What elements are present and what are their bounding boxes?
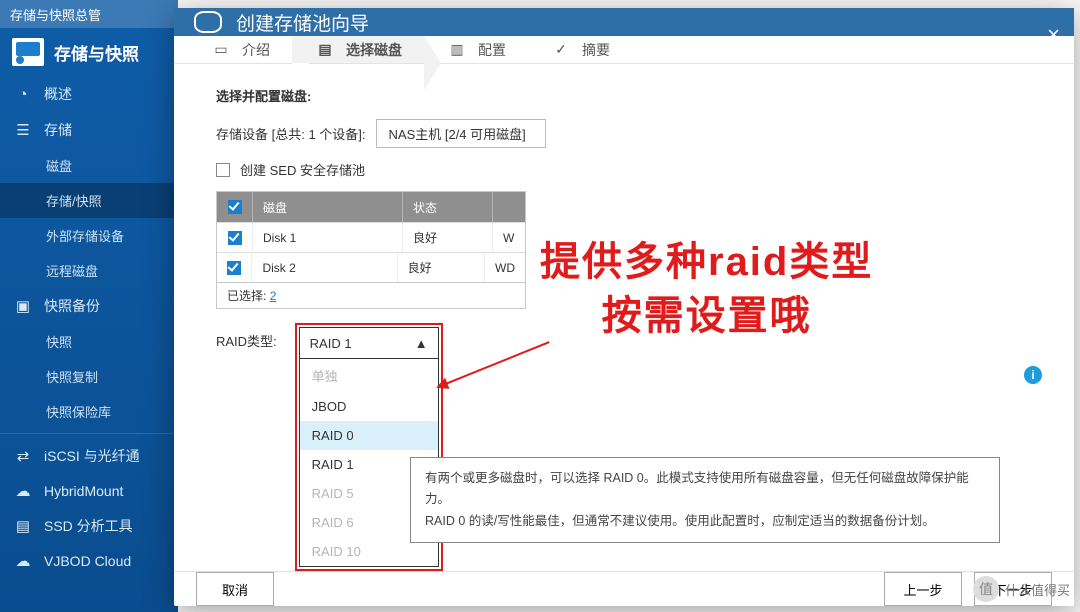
- sidebar-item-iscsi[interactable]: ⇄ iSCSI 与光纤通: [0, 438, 178, 474]
- cancel-button[interactable]: 取消: [196, 572, 274, 606]
- sidebar-label: 概述: [44, 84, 72, 104]
- sed-checkbox[interactable]: [216, 163, 230, 177]
- device-label: 存储设备 [总共: 1 个设备]:: [216, 124, 366, 143]
- table-header: 磁盘 状态: [217, 192, 525, 222]
- camera-icon: ▣: [14, 297, 32, 315]
- check-circle-icon: ✓: [550, 39, 572, 61]
- watermark: 值 什么值得买: [973, 576, 1070, 602]
- step-summary[interactable]: ✓ 摘要: [528, 36, 632, 63]
- sidebar-label: 快照备份: [44, 296, 100, 316]
- selected-bar: 已选择: 2: [216, 283, 526, 309]
- disk-stack-icon: ☰: [14, 121, 32, 139]
- sidebar-item-snap[interactable]: 快照: [0, 324, 178, 359]
- table-row[interactable]: Disk 2 良好 WD: [217, 252, 525, 282]
- disk-icon: ▤: [314, 39, 336, 61]
- chevron-up-icon: ▲: [415, 336, 428, 351]
- disk-table: 磁盘 状态 Disk 1 良好 W Disk 2 良好 WD: [216, 191, 526, 283]
- cloud-disk-icon: ☁: [14, 552, 32, 570]
- info-icon[interactable]: i: [1024, 366, 1042, 384]
- sidebar-item-replica[interactable]: 快照复制: [0, 359, 178, 394]
- window-title-bar: 存储与快照总管: [0, 0, 178, 28]
- sidebar-label: 存储: [44, 120, 72, 140]
- raid-opt-single: 单独: [300, 359, 438, 392]
- sidebar-item-ssd[interactable]: ▤ SSD 分析工具: [0, 508, 178, 544]
- sidebar-item-hybridmount[interactable]: ☁ HybridMount: [0, 474, 178, 508]
- sidebar-item-disks[interactable]: 磁盘: [0, 148, 178, 183]
- app-title-row: 存储与快照: [0, 28, 178, 76]
- col-disk: 磁盘: [253, 192, 403, 222]
- ssd-icon: ▤: [14, 517, 32, 535]
- watermark-icon: 值: [973, 576, 999, 602]
- config-icon: ▥: [446, 39, 468, 61]
- raid-type-select[interactable]: RAID 1 ▲: [299, 327, 439, 359]
- raid-type-label: RAID类型:: [216, 323, 277, 350]
- col-extra: [493, 192, 525, 222]
- sidebar-item-remote[interactable]: 远程磁盘: [0, 253, 178, 288]
- section-title: 选择并配置磁盘:: [216, 86, 1044, 105]
- prev-button[interactable]: 上一步: [884, 572, 962, 606]
- row-checkbox[interactable]: [227, 261, 241, 275]
- sidebar-item-storage[interactable]: ☰ 存储: [0, 112, 178, 148]
- step-intro[interactable]: ▭ 介绍: [188, 36, 292, 63]
- device-select[interactable]: NAS主机 [2/4 可用磁盘]: [376, 119, 546, 148]
- pool-icon: [194, 11, 222, 33]
- selected-count-link[interactable]: 2: [270, 289, 277, 303]
- row-checkbox[interactable]: [228, 231, 242, 245]
- raid0-tooltip: 有两个或更多磁盘时，可以选择 RAID 0。此模式支持使用所有磁盘容量，但无任何…: [410, 457, 1000, 543]
- sidebar-item-overview[interactable]: ◔ 概述: [0, 76, 178, 112]
- modal-footer: 取消 上一步 下一步: [174, 571, 1074, 606]
- sidebar-item-storage-snapshot[interactable]: 存储/快照: [0, 183, 178, 218]
- raid-opt-raid0[interactable]: RAID 0 ☟: [300, 421, 438, 450]
- app-title: 存储与快照: [54, 40, 139, 65]
- raid-opt-jbod[interactable]: JBOD: [300, 392, 438, 421]
- table-row[interactable]: Disk 1 良好 W: [217, 222, 525, 252]
- intro-icon: ▭: [210, 39, 232, 61]
- close-icon[interactable]: ×: [1047, 22, 1060, 48]
- sidebar-item-vault[interactable]: 快照保险库: [0, 394, 178, 429]
- sidebar-item-snapshot-backup[interactable]: ▣ 快照备份: [0, 288, 178, 324]
- annotation-text: 提供多种raid类型 按需设置哦: [540, 235, 873, 343]
- step-config[interactable]: ▥ 配置: [424, 36, 528, 63]
- storage-app-icon: [12, 38, 44, 66]
- gauge-icon: ◔: [14, 85, 32, 103]
- cloud-icon: ☁: [14, 482, 32, 500]
- modal-title: 创建存储池向导: [236, 9, 369, 36]
- link-icon: ⇄: [14, 447, 32, 465]
- sed-label: 创建 SED 安全存储池: [240, 160, 365, 179]
- sidebar-item-vjbod[interactable]: ☁ VJBOD Cloud: [0, 544, 178, 578]
- select-all-checkbox[interactable]: [228, 200, 242, 214]
- step-select-disk[interactable]: ▤ 选择磁盘: [292, 36, 424, 63]
- sidebar: 存储与快照总管 存储与快照 ◔ 概述 ☰ 存储 磁盘 存储/快照 外部存储设备 …: [0, 0, 178, 612]
- modal-title-bar: 创建存储池向导 ×: [174, 8, 1074, 36]
- wizard-steps: ▭ 介绍 ▤ 选择磁盘 ▥ 配置 ✓ 摘要: [174, 36, 1074, 64]
- col-status: 状态: [403, 192, 493, 222]
- sidebar-item-external[interactable]: 外部存储设备: [0, 218, 178, 253]
